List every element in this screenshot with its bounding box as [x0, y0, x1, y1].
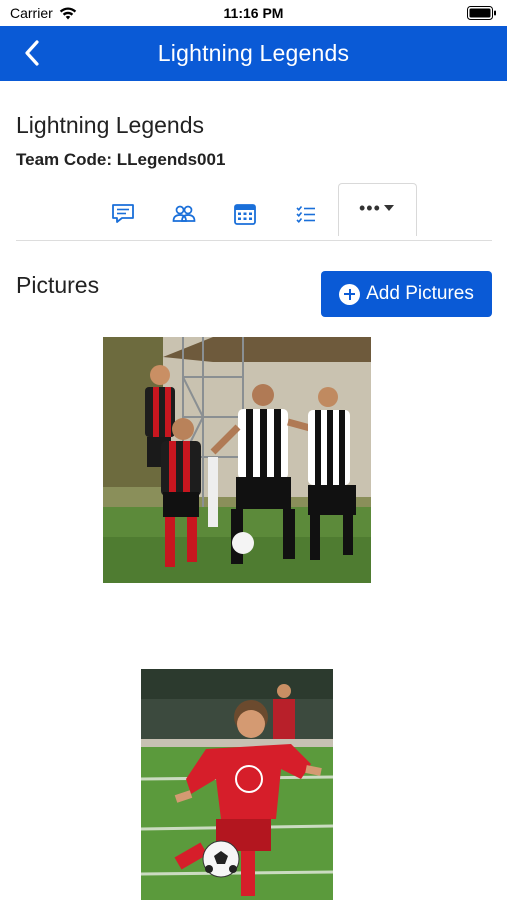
add-pictures-button[interactable]: Add Pictures	[321, 271, 492, 317]
caret-down-icon	[384, 205, 394, 211]
add-pictures-label: Add Pictures	[366, 283, 474, 304]
more-tab-dropdown[interactable]: •••	[338, 183, 417, 236]
more-icon: •••	[359, 198, 381, 218]
navigation-bar: Lightning Legends	[0, 26, 507, 81]
status-bar: Carrier 11:16 PM	[0, 0, 507, 26]
player-kicking-ball-photo[interactable]	[141, 669, 333, 900]
checklist-icon[interactable]	[292, 200, 320, 228]
pictures-section-title: Pictures	[16, 272, 100, 298]
battery-icon	[467, 6, 496, 20]
tabs-divider	[16, 240, 492, 241]
message-icon[interactable]	[109, 200, 137, 228]
people-icon[interactable]	[170, 200, 198, 228]
team-soccer-match-photo[interactable]	[103, 337, 371, 583]
nav-title: Lightning Legends	[157, 40, 350, 66]
status-time: 11:16 PM	[223, 5, 284, 21]
team-name: Lightning Legends	[16, 112, 204, 138]
calendar-icon[interactable]	[231, 200, 259, 228]
plus-circle-icon	[339, 283, 361, 305]
team-code: Team Code: LLegends001	[16, 150, 226, 169]
